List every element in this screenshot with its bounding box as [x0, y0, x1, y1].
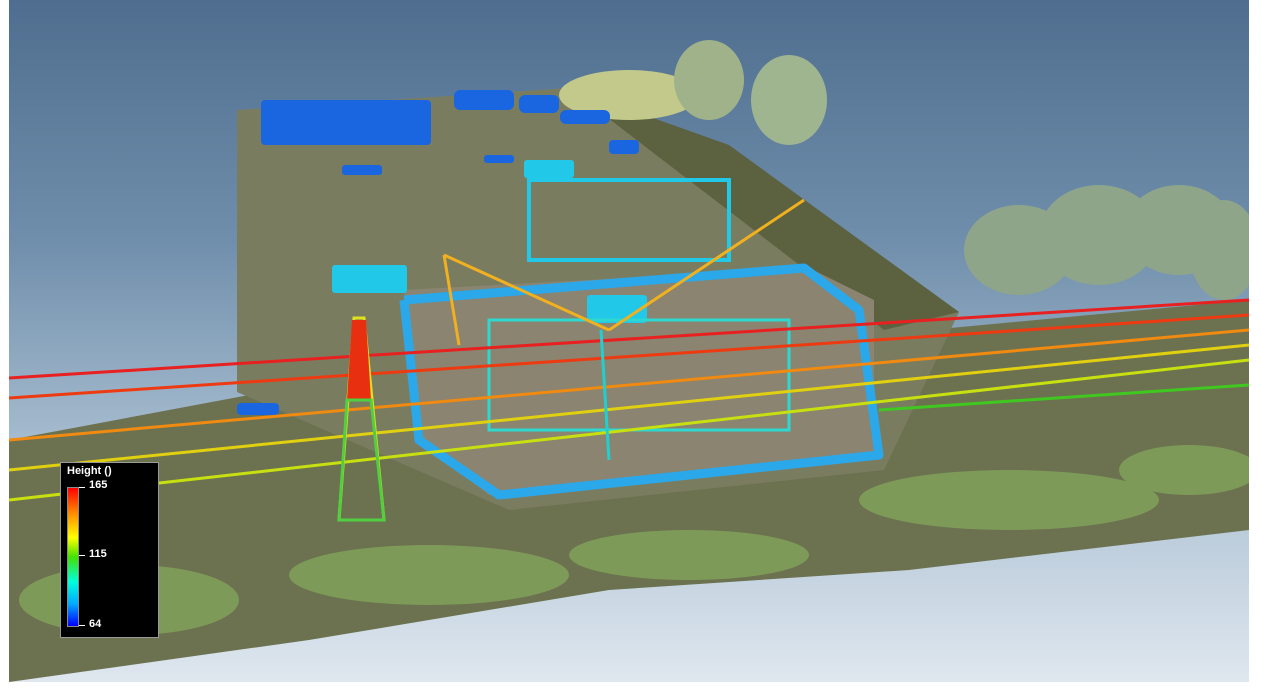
point-cloud-scene[interactable] [9, 0, 1249, 682]
legend-min-label: 64 [89, 618, 102, 630]
legend-tick-max [79, 487, 85, 488]
legend-mid-label: 115 [89, 548, 107, 560]
point-cloud-viewport[interactable]: Height () 165 115 64 [9, 0, 1249, 682]
legend-tick-mid [79, 555, 85, 556]
tree-group-right [964, 185, 1249, 300]
legend-title: Height () [67, 465, 112, 477]
legend-max-label: 165 [89, 479, 108, 491]
legend-color-bar [67, 487, 79, 627]
height-legend: Height () 165 115 64 [60, 462, 159, 638]
legend-tick-min [79, 625, 85, 626]
